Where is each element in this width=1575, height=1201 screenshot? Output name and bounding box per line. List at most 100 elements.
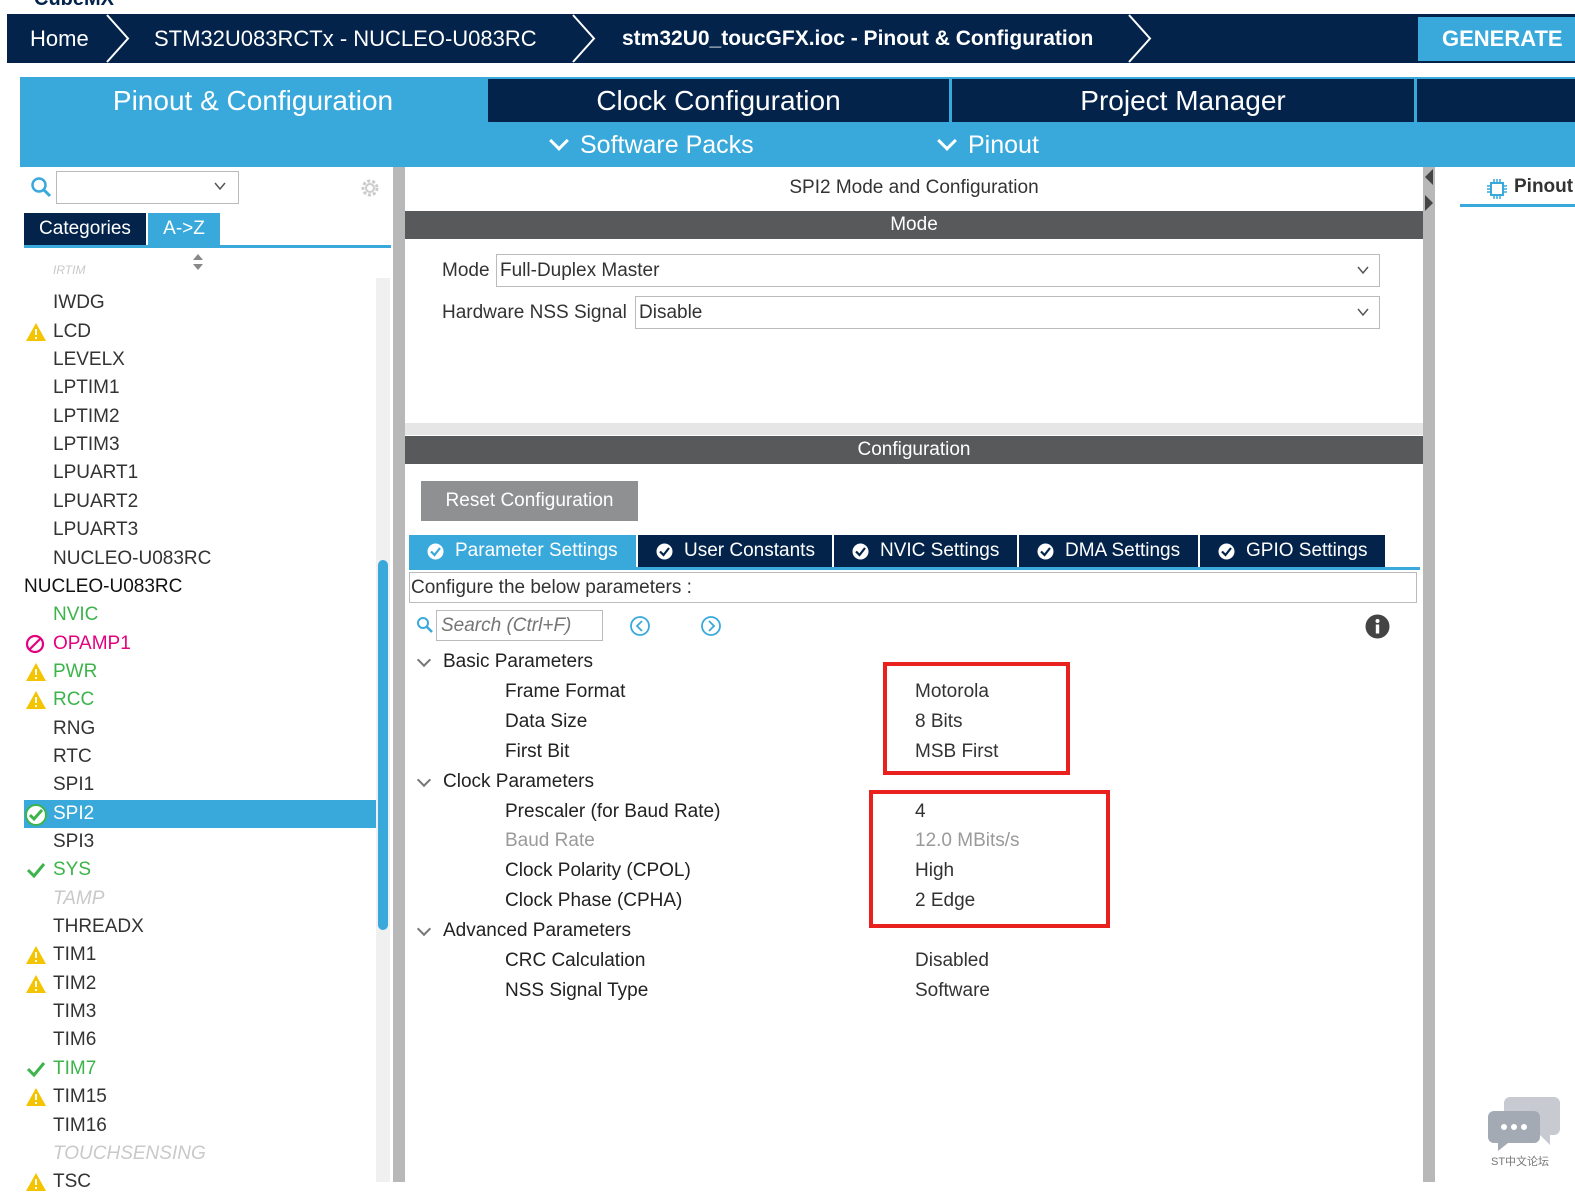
tab-a-z[interactable]: A->Z	[148, 213, 220, 245]
nss-select[interactable]: Disable	[635, 296, 1380, 329]
tab-project-manager[interactable]: Project Manager	[952, 79, 1414, 122]
chevron-down-icon	[416, 922, 432, 937]
component-item-tamp[interactable]: TAMP	[24, 885, 376, 913]
parameter-name: Clock Polarity (CPOL)	[505, 860, 691, 882]
search-icon[interactable]	[30, 176, 52, 198]
tab-underline	[409, 567, 1420, 570]
tab-dma-settings[interactable]: DMA Settings	[1019, 535, 1198, 567]
generate-code-button[interactable]: GENERATE	[1418, 17, 1575, 61]
config-tab-label: DMA Settings	[1065, 540, 1181, 561]
component-item-lpuart1[interactable]: LPUART1	[24, 459, 376, 487]
component-item-lcd[interactable]: LCD	[24, 318, 376, 346]
parameter-value[interactable]: Software	[915, 976, 990, 1006]
component-item-label: SYS	[53, 859, 92, 881]
component-item-label: LPTIM2	[53, 405, 120, 427]
component-item-lptim3[interactable]: LPTIM3	[24, 431, 376, 459]
component-item-threadx[interactable]: THREADX	[24, 913, 376, 941]
reset-configuration-button[interactable]: Reset Configuration	[421, 481, 638, 521]
config-tab-label: NVIC Settings	[880, 540, 1000, 561]
nss-label: Hardware NSS Signal	[442, 302, 627, 323]
component-item-tsc[interactable]: TSC	[24, 1168, 376, 1196]
breadcrumb-chevron-icon	[572, 14, 596, 63]
pinout-menu[interactable]: Pinout	[937, 124, 1039, 166]
component-item-spi3[interactable]: SPI3	[24, 828, 376, 856]
component-item-label: OPAMP1	[53, 632, 131, 654]
info-icon[interactable]	[1365, 614, 1390, 639]
parameter-group-label: Advanced Parameters	[443, 920, 631, 942]
breadcrumb-board[interactable]: STM32U083RCTx - NUCLEO-U083RC	[154, 14, 537, 63]
breadcrumb-home[interactable]: Home	[30, 14, 89, 63]
warning-icon	[25, 690, 47, 710]
component-item-label: TIM2	[53, 972, 97, 994]
search-icon[interactable]	[416, 616, 434, 634]
component-item-tim2[interactable]: TIM2	[24, 970, 376, 998]
component-item-tim7[interactable]: TIM7	[24, 1055, 376, 1083]
check-icon	[25, 860, 47, 880]
component-item-pwr[interactable]: PWR	[24, 658, 376, 686]
parameter-name: First Bit	[505, 740, 570, 762]
tab-pinout-configuration[interactable]: Pinout & Configuration	[20, 79, 486, 122]
component-item-opamp1[interactable]: OPAMP1	[24, 630, 376, 658]
tab-tools[interactable]	[1417, 79, 1575, 122]
component-item-lptim2[interactable]: LPTIM2	[24, 403, 376, 431]
component-item-lpuart3[interactable]: LPUART3	[24, 516, 376, 544]
tab-categories[interactable]: Categories	[24, 213, 146, 245]
breadcrumb-file[interactable]: stm32U0_toucGFX.ioc - Pinout & Configura…	[622, 14, 1093, 63]
component-item-irtim[interactable]: IRTIM	[24, 260, 376, 280]
component-item-rng[interactable]: RNG	[24, 715, 376, 743]
component-item-spi1[interactable]: SPI1	[24, 771, 376, 799]
chevron-down-icon[interactable]	[214, 180, 226, 192]
software-packs-label: Software Packs	[580, 131, 754, 159]
component-item-label: NVIC	[53, 604, 99, 626]
component-item-label: LPTIM1	[53, 377, 120, 399]
gear-icon[interactable]	[358, 176, 382, 200]
tab-user-constants[interactable]: User Constants	[638, 535, 832, 567]
warning-icon	[25, 322, 47, 342]
component-item-tim6[interactable]: TIM6	[24, 1026, 376, 1054]
app-logo: CubeMX	[34, 0, 114, 11]
component-item-label: SPI2	[53, 802, 95, 824]
tab-nvic-settings[interactable]: NVIC Settings	[834, 535, 1017, 567]
watermark-text: ST中文论坛	[1491, 1156, 1550, 1168]
previous-match-icon[interactable]	[629, 615, 651, 637]
component-item-spi2[interactable]: SPI2	[24, 799, 376, 828]
component-item-sys[interactable]: SYS	[24, 856, 376, 884]
tab-gpio-settings[interactable]: GPIO Settings	[1200, 535, 1385, 567]
component-item-nucleo-u083rc[interactable]: NUCLEO-U083RC	[24, 545, 376, 573]
parameter-value[interactable]: Disabled	[915, 946, 989, 976]
component-item-touchsensing[interactable]: TOUCHSENSING	[24, 1140, 376, 1168]
component-item-lpuart2[interactable]: LPUART2	[24, 488, 376, 516]
component-item-nucleo-u083rc[interactable]: NUCLEO-U083RC	[24, 573, 376, 601]
forum-chat-icon	[1488, 1097, 1560, 1151]
component-search-input[interactable]	[56, 171, 239, 204]
nss-select-value: Disable	[639, 302, 703, 323]
list-scrollbar-thumb[interactable]	[378, 560, 388, 930]
tab-clock-configuration[interactable]: Clock Configuration	[488, 79, 949, 122]
component-item-iwdg[interactable]: IWDG	[24, 289, 376, 317]
component-item-tim15[interactable]: TIM15	[24, 1083, 376, 1111]
collapse-arrows-icon[interactable]	[1423, 167, 1435, 215]
software-packs-menu[interactable]: Software Packs	[549, 124, 754, 166]
warning-icon	[25, 945, 47, 965]
panel-splitter[interactable]	[1423, 167, 1435, 1182]
mode-select[interactable]: Full-Duplex Master	[496, 254, 1380, 287]
component-item-tim3[interactable]: TIM3	[24, 998, 376, 1026]
tab-parameter-settings[interactable]: Parameter Settings	[409, 535, 636, 567]
component-item-levelx[interactable]: LEVELX	[24, 346, 376, 374]
next-match-icon[interactable]	[700, 615, 722, 637]
component-item-label: TSC	[53, 1171, 91, 1193]
component-item-rcc[interactable]: RCC	[24, 686, 376, 714]
component-item-tim16[interactable]: TIM16	[24, 1112, 376, 1140]
panel-title: SPI2 Mode and Configuration	[789, 177, 1039, 198]
parameter-name: Clock Phase (CPHA)	[505, 890, 683, 912]
component-item-nvic[interactable]: NVIC	[24, 601, 376, 629]
component-item-tim1[interactable]: TIM1	[24, 941, 376, 969]
component-item-label: LEVELX	[53, 349, 125, 371]
panel-splitter[interactable]	[393, 167, 405, 1182]
component-item-rtc[interactable]: RTC	[24, 743, 376, 771]
component-item-label: LPUART2	[53, 490, 139, 512]
pinout-view-tab[interactable]: Pinout view	[1514, 176, 1575, 198]
parameter-search-input[interactable]	[436, 610, 603, 641]
component-item-label: LPUART1	[53, 462, 139, 484]
component-item-lptim1[interactable]: LPTIM1	[24, 374, 376, 402]
